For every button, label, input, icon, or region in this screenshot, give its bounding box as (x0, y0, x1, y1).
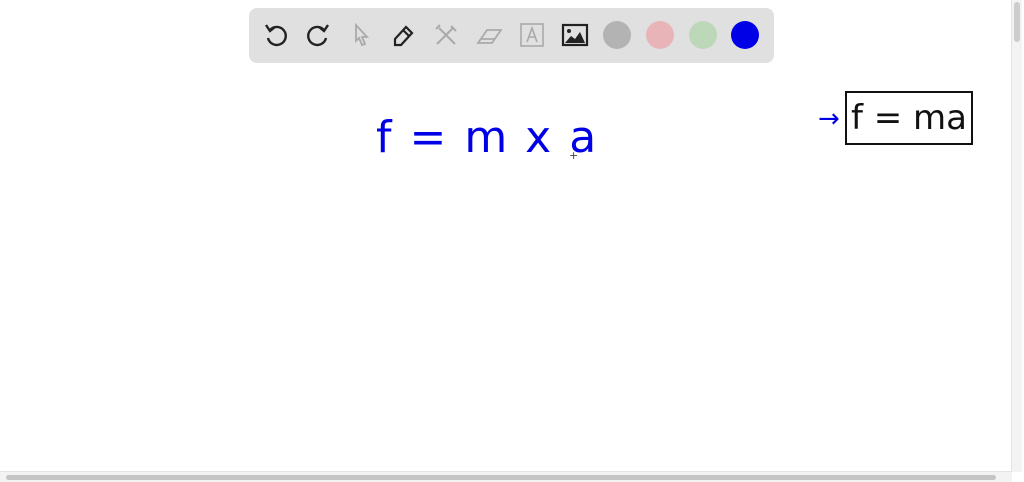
select-icon (355, 22, 370, 47)
undo-icon (265, 24, 287, 47)
redo-icon (307, 24, 329, 47)
tools-icon (435, 24, 457, 45)
crosshair-cursor: + (569, 149, 579, 162)
drawing-toolbar (249, 8, 774, 63)
color-swatch-green[interactable] (689, 21, 717, 49)
select-tool-button[interactable] (346, 20, 376, 50)
color-swatch-blue-selected[interactable] (731, 21, 759, 49)
tools-button[interactable] (431, 20, 461, 50)
eraser-tool-button[interactable] (474, 20, 504, 50)
image-icon (561, 23, 589, 47)
horizontal-scrollbar[interactable] (0, 471, 1012, 482)
arrow-annotation: → (818, 104, 840, 134)
pen-icon (393, 25, 414, 47)
horizontal-scroll-thumb[interactable] (6, 475, 996, 480)
text-tool-button[interactable] (517, 20, 547, 50)
redo-button[interactable] (303, 20, 333, 50)
eraser-icon (476, 29, 503, 44)
vertical-scrollbar[interactable] (1011, 0, 1022, 472)
vertical-scroll-thumb[interactable] (1014, 2, 1020, 42)
text-icon (520, 23, 544, 47)
image-tool-button[interactable] (560, 20, 590, 50)
pen-tool-button[interactable] (388, 20, 418, 50)
color-swatch-gray[interactable] (603, 21, 631, 49)
undo-button[interactable] (261, 20, 291, 50)
boxed-formula-text: f = ma (850, 98, 968, 138)
handwritten-formula: f = m x a (376, 112, 599, 163)
color-swatch-pink[interactable] (646, 21, 674, 49)
boxed-formula: f = ma (845, 91, 973, 145)
